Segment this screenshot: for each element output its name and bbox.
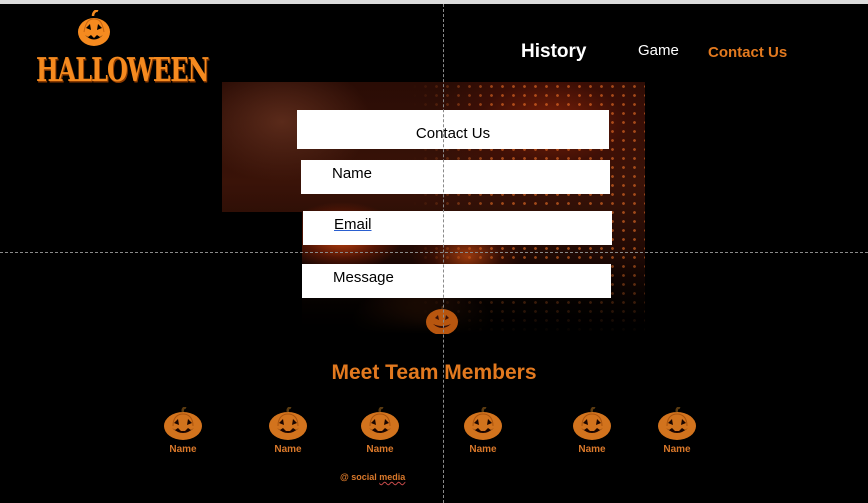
pumpkin-icon bbox=[658, 407, 696, 440]
pumpkin-icon bbox=[361, 407, 399, 440]
team-member-name: Name bbox=[366, 444, 394, 455]
email-field[interactable]: Email bbox=[303, 211, 612, 245]
horizontal-guide-line bbox=[0, 252, 868, 253]
pumpkin-icon bbox=[464, 407, 502, 440]
social-word: media bbox=[379, 472, 406, 482]
team-member-name: Name bbox=[169, 444, 197, 455]
pumpkin-icon bbox=[573, 407, 611, 440]
nav-contact-link[interactable]: Contact Us bbox=[708, 44, 787, 61]
name-field-label: Name bbox=[332, 165, 373, 182]
contact-form-title: Contact Us bbox=[415, 125, 491, 142]
pumpkin-icon bbox=[164, 407, 202, 440]
team-member[interactable]: Name bbox=[153, 407, 213, 457]
jack-o-lantern-icon bbox=[78, 10, 110, 46]
team-member[interactable]: Name bbox=[350, 407, 410, 457]
team-member-name: Name bbox=[578, 444, 606, 455]
halloween-logo[interactable]: HALLOWEEN bbox=[36, 10, 209, 90]
team-member[interactable]: Name bbox=[647, 407, 707, 457]
contact-form-title-box: Contact Us bbox=[297, 110, 609, 149]
message-field-label: Message bbox=[333, 269, 394, 286]
team-member-name: Name bbox=[274, 444, 302, 455]
team-member[interactable]: Name bbox=[258, 407, 318, 457]
nav-history-link[interactable]: History bbox=[521, 41, 586, 63]
name-field[interactable]: Name bbox=[301, 160, 610, 194]
hero-shadow bbox=[222, 212, 302, 334]
team-member-name: Name bbox=[663, 444, 691, 455]
message-field[interactable]: Message bbox=[302, 264, 611, 298]
social-media-link[interactable]: @ social media bbox=[340, 472, 405, 482]
team-member[interactable]: Name bbox=[453, 407, 513, 457]
team-section-title: Meet Team Members bbox=[331, 361, 537, 384]
pumpkin-icon bbox=[426, 306, 458, 334]
social-prefix: @ social bbox=[340, 472, 380, 482]
team-member-name: Name bbox=[469, 444, 497, 455]
vertical-guide-line bbox=[443, 4, 444, 503]
nav-game-link[interactable]: Game bbox=[638, 42, 679, 59]
pumpkin-icon bbox=[269, 407, 307, 440]
email-field-label: Email bbox=[334, 216, 372, 233]
logo-text: HALLOWEEN bbox=[36, 50, 209, 90]
window-top-border bbox=[0, 0, 868, 4]
team-member[interactable]: Name bbox=[562, 407, 622, 457]
